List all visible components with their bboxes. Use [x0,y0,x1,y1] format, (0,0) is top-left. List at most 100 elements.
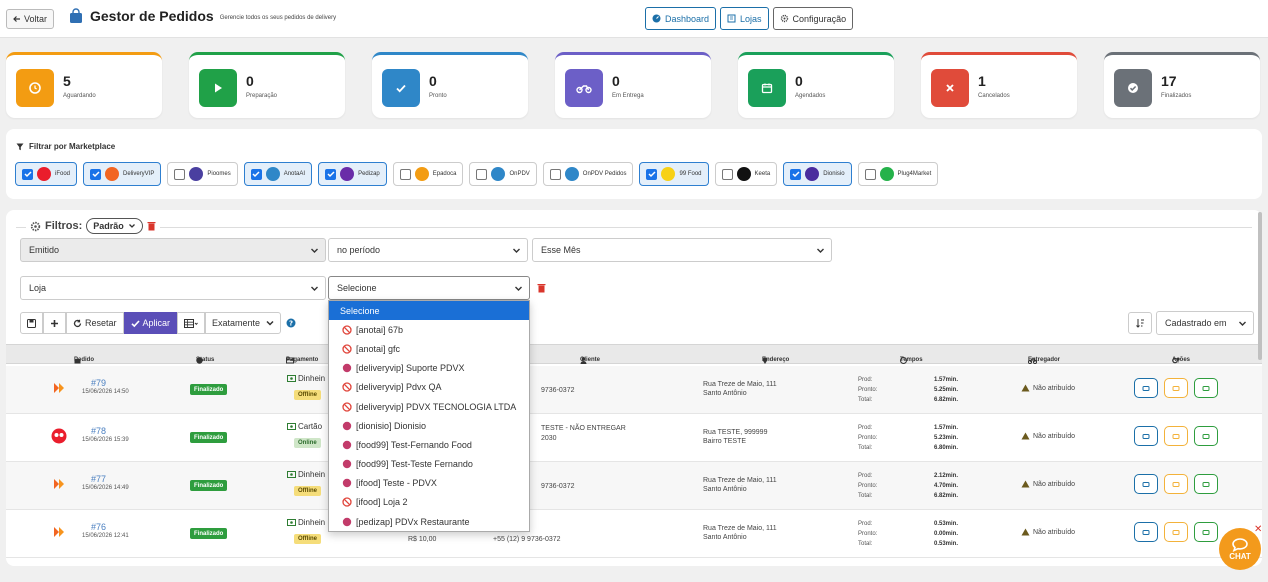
checkbox[interactable] [22,168,33,180]
stat-card-cancelled[interactable]: 1 Cancelados [921,52,1077,118]
store-option[interactable]: [food99] Test-Teste Fernando [329,455,529,474]
stat-card-ready[interactable]: 0 Pronto [372,52,528,118]
sort-direction-button[interactable] [1128,312,1152,334]
chevron-down-icon [128,222,136,230]
table-header: Pedido Status Pagamento Cliente Endereço… [6,344,1262,364]
marketplace-chip[interactable]: Epadoca [392,162,464,186]
store-option[interactable]: [dionisio] Dionisio [329,416,529,435]
order-number[interactable]: #79 [91,378,106,388]
add-filter-button[interactable] [43,312,66,334]
period-select[interactable]: no período [328,238,528,262]
store-field-select[interactable]: Loja [20,276,326,300]
checkbox[interactable] [790,168,802,180]
order-number[interactable]: #76 [91,522,106,532]
stat-card-delivering[interactable]: 0 Em Entrega [555,52,711,118]
store-option[interactable]: [deliveryvip] PDVX TECNOLOGIA LTDA [329,397,529,416]
store-option[interactable]: [food99] Test-Fernando Food [329,435,529,454]
checkbox[interactable] [399,168,411,180]
row-actions [1134,522,1218,542]
checkbox[interactable] [476,168,488,180]
scrollbar[interactable] [1258,212,1262,360]
checkbox[interactable] [549,168,561,180]
table-row[interactable]: #76 15/06/2026 12:41 Finalizado Dinhein Offl… [6,510,1262,558]
dashboard-button[interactable]: Dashboard [645,7,717,30]
marketplace-chip[interactable]: iFood [15,162,78,186]
checkbox[interactable] [864,168,876,180]
dispatch-button[interactable] [1164,426,1188,446]
store-option[interactable]: [anotai] gfc [329,339,529,358]
store-option[interactable]: [pedizap] PDVx Restaurante [329,512,529,531]
match-mode-select[interactable]: Exatamente [205,312,282,334]
payment-button[interactable] [1194,474,1218,494]
money-icon [287,471,296,478]
filters-legend: Filtros: Padrão [26,218,160,234]
payment-button[interactable] [1194,426,1218,446]
store-option[interactable]: [anotai] 67b [329,320,529,339]
sort-field-select[interactable]: Cadastrado em [1156,311,1254,335]
print-button[interactable] [1134,474,1158,494]
checkbox[interactable] [325,168,337,180]
apply-button[interactable]: Aplicar [123,312,178,334]
payment-button[interactable] [1194,378,1218,398]
reset-button[interactable]: Resetar [66,312,124,334]
marketplace-chip[interactable]: Keeta [714,162,778,186]
range-select[interactable]: Esse Mês [532,238,832,262]
trash-icon[interactable] [537,283,546,293]
marketplace-chip[interactable]: Dionisio [783,162,852,186]
checkbox[interactable] [646,168,658,180]
marketplace-filter-title: Filtrar por Marketplace [16,142,115,151]
table-row[interactable]: #78 15/06/2026 15:39 Finalizado Cartão Onlin… [6,414,1262,462]
store-option[interactable]: [deliveryvip] Suporte PDVX [329,359,529,378]
print-button[interactable] [1134,378,1158,398]
marketplace-chip[interactable]: Pedizap [318,162,387,186]
marketplace-chip[interactable]: Pioomes [167,162,238,186]
chat-bubble-icon [1231,537,1249,552]
motorcycle-icon [565,69,603,107]
marketplace-logo-icon [37,167,51,181]
filter-preset-select[interactable]: Padrão [86,218,143,234]
checkbox[interactable] [174,168,186,180]
marketplace-chip[interactable]: 99 Food [639,162,709,186]
print-button[interactable] [1134,522,1158,542]
back-button[interactable]: Voltar [6,9,55,29]
checkbox[interactable] [721,168,733,180]
payment-button[interactable] [1194,522,1218,542]
date-field-select[interactable]: Emitido [20,238,326,262]
marketplace-chip[interactable]: OnPDV [469,162,537,186]
checkbox[interactable] [250,168,262,180]
stat-card-waiting[interactable]: 5 Aguardando [6,52,162,118]
stat-card-finished[interactable]: 17 Finalizados [1104,52,1260,118]
dispatch-button[interactable] [1164,378,1188,398]
store-value-select[interactable]: Selecione [328,276,530,300]
store-option[interactable]: Selecione [329,301,529,321]
table-row[interactable]: #77 15/06/2026 14:49 Finalizado Dinhein Offl… [6,462,1262,510]
time-values: 1.57min. 5.23min. 6.80min. [934,425,959,451]
store-option[interactable]: [ifood] Teste - PDVX [329,474,529,493]
settings-button[interactable]: Configuração [772,7,854,30]
marketplace-chip-label: Pioomes [207,171,231,177]
store-option[interactable]: [ifood] Loja 2 [329,493,529,512]
checkbox[interactable] [90,168,102,180]
dispatch-button[interactable] [1164,474,1188,494]
order-number[interactable]: #78 [91,426,106,436]
order-number[interactable]: #77 [91,474,106,484]
trash-icon[interactable] [147,221,156,231]
columns-button[interactable] [177,312,206,334]
marketplace-chip[interactable]: AnotaAI [243,162,313,186]
plus-icon [50,319,59,328]
stat-card-preparing[interactable]: 0 Preparação [189,52,345,118]
dispatch-button[interactable] [1164,522,1188,542]
marketplace-chip[interactable]: Plug4Market [857,162,939,186]
marketplace-chip[interactable]: OnPDV Pedidos [542,162,634,186]
close-chat-icon[interactable]: ✕ [1254,524,1262,535]
marketplace-chip-label: Pedizap [358,171,380,177]
print-button[interactable] [1134,426,1158,446]
stat-card-scheduled[interactable]: 0 Agendados [738,52,894,118]
stores-button[interactable]: Lojas [720,7,769,30]
table-row[interactable]: #79 15/06/2026 14:50 Finalizado Dinhein Offl… [6,366,1262,414]
store-option[interactable]: [deliveryvip] Pdvx QA [329,378,529,397]
save-filter-button[interactable] [20,312,43,334]
marketplace-logo-icon [265,167,280,181]
help-icon[interactable]: ? [286,318,296,334]
marketplace-chip[interactable]: DeliveryVIP [83,162,162,186]
